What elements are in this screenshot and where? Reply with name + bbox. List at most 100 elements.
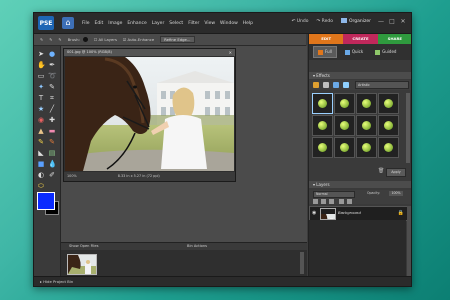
bin-actions-menu[interactable]: Bin Actions [187,243,207,250]
maximize-icon[interactable]: □ [388,18,396,26]
effect-thumbnail[interactable] [312,137,333,158]
layer-styles-icon[interactable] [323,82,329,88]
hand-tool-icon[interactable]: ✋ [37,61,46,69]
layers-panel-header[interactable]: ▾ Layers [309,181,411,188]
menu-layer[interactable]: Layer [152,21,165,26]
crop-tool-icon[interactable]: ⌗ [48,94,56,102]
pencil-tool-icon[interactable]: ✐ [48,171,56,179]
new-layer-icon[interactable] [313,199,318,204]
all-effects-icon[interactable] [343,82,349,88]
tab-edit[interactable]: EDIT [309,34,344,44]
hide-project-bin-toggle[interactable]: ▸ Hide Project Bin [40,279,73,284]
minimize-icon[interactable]: — [377,18,385,26]
zoom-tool-icon[interactable]: ● [48,50,56,58]
add-selection-icon[interactable]: ✎ [49,37,52,42]
auto-enhance-checkbox[interactable]: ☑ Auto-Enhance [123,37,154,42]
shape-tool-icon[interactable]: ■ [37,160,45,168]
tab-create[interactable]: CREATE [343,34,378,44]
type-tool-icon[interactable]: T [37,94,45,102]
menu-window[interactable]: Window [220,21,238,26]
undo-button[interactable]: ↶ Undo [292,19,309,24]
close-icon[interactable]: ✕ [399,18,407,26]
paint-bucket-tool-icon[interactable]: ◣ [37,149,45,157]
menu-edit[interactable]: Edit [95,21,104,26]
effect-thumbnail[interactable] [312,93,333,114]
menu-enhance[interactable]: Enhance [127,21,146,26]
subtab-guided[interactable]: Guided [371,47,400,57]
adjustment-layer-icon[interactable] [321,199,326,204]
layers-collapse-icon[interactable]: ▾ [313,182,315,187]
menu-filter[interactable]: Filter [188,21,199,26]
photo-effects-icon[interactable] [333,82,339,88]
smart-brush-tool-icon[interactable]: ✎ [48,138,56,146]
organizer-button[interactable]: Organizer [340,18,371,24]
redo-button[interactable]: ↷ Redo [316,19,333,24]
visibility-eye-icon[interactable]: ◉ [312,210,316,216]
eraser-tool-icon[interactable]: ▬ [48,127,56,135]
sponge-tool-icon[interactable]: ◐ [37,171,45,179]
marquee-tool-icon[interactable]: ▭ [37,72,45,80]
layers-scrollbar[interactable] [407,206,411,276]
all-layers-checkbox[interactable]: ☐ All Layers [94,37,117,42]
tab-share[interactable]: SHARE [377,34,411,44]
gradient-tool-icon[interactable]: ▤ [48,149,56,157]
effect-thumbnail[interactable] [312,115,333,136]
delete-layer-icon[interactable] [329,199,334,204]
subtab-full[interactable]: Full [313,46,337,58]
menu-image[interactable]: Image [108,21,122,26]
document-canvas[interactable] [65,57,234,171]
effect-thumbnail[interactable] [378,115,399,136]
lock-layer-icon[interactable] [347,199,352,204]
document-close-icon[interactable]: ✕ [229,50,232,55]
straighten-tool-icon[interactable]: ╱ [48,105,56,113]
home-icon[interactable]: ⌂ [62,17,74,29]
brush-tool-icon[interactable]: ✎ [37,138,45,146]
trash-icon[interactable]: 🗑 [378,168,384,175]
document-window[interactable]: 001.jpg @ 100% (RGB/8) ✕ 100% 8.33 in x … [63,48,236,182]
custom-shape-tool-icon[interactable]: ⬭ [37,182,45,190]
filters-icon[interactable] [313,82,319,88]
eyedropper-tool-icon[interactable]: ✒ [48,61,56,69]
brush-preview[interactable] [82,37,88,42]
blur-tool-icon[interactable]: 💧 [48,160,57,168]
effects-collapse-icon[interactable]: ▾ [313,73,315,78]
menu-view[interactable]: View [204,21,215,26]
effect-thumbnail[interactable] [334,93,355,114]
opacity-field[interactable]: 100% [389,191,403,196]
effect-thumbnail[interactable] [378,137,399,158]
link-layers-icon[interactable] [339,199,344,204]
menu-help[interactable]: Help [243,21,253,26]
menu-file[interactable]: File [82,21,90,26]
move-tool-icon[interactable]: ➤ [37,50,45,58]
zoom-level[interactable]: 100% [67,174,77,178]
selection-brush-icon[interactable]: ✎ [40,37,43,42]
foreground-color-swatch[interactable] [37,192,55,210]
healing-brush-tool-icon[interactable]: ✚ [48,116,56,124]
quick-selection-tool-icon[interactable]: ✎ [48,83,56,91]
effects-panel-header[interactable]: ▾ Effects [309,72,411,79]
effect-thumbnail[interactable] [334,137,355,158]
effects-category-dropdown[interactable]: Artistic [355,81,409,89]
project-bin-scrollbar[interactable] [300,252,304,274]
refine-edge-button[interactable]: Refine Edge... [160,36,195,43]
effect-thumbnail[interactable] [356,137,377,158]
effect-thumbnail[interactable] [378,93,399,114]
effect-thumbnail[interactable] [356,115,377,136]
subtab-quick[interactable]: Quick [341,47,367,57]
subtract-selection-icon[interactable]: ✎ [58,37,61,42]
hide-project-bin-label: Hide Project Bin [43,279,74,284]
lasso-tool-icon[interactable]: ➰ [48,72,57,80]
magic-wand-tool-icon[interactable]: ✦ [37,83,45,91]
project-bin-thumbnail[interactable] [67,254,97,275]
apply-button[interactable]: Apply [386,168,406,177]
cookie-cutter-tool-icon[interactable]: ★ [37,105,45,113]
blend-mode-dropdown[interactable]: Normal [313,191,355,198]
effect-thumbnail[interactable] [334,115,355,136]
layer-row-background[interactable]: ◉ Background 🔒 [309,206,408,221]
effect-thumbnail[interactable] [356,93,377,114]
effects-scrollbar[interactable] [406,93,410,163]
red-eye-tool-icon[interactable]: ◉ [37,116,45,124]
show-open-files-dropdown[interactable]: Show Open Files [69,243,98,250]
clone-stamp-tool-icon[interactable]: ▲ [37,127,45,135]
menu-select[interactable]: Select [169,21,183,26]
